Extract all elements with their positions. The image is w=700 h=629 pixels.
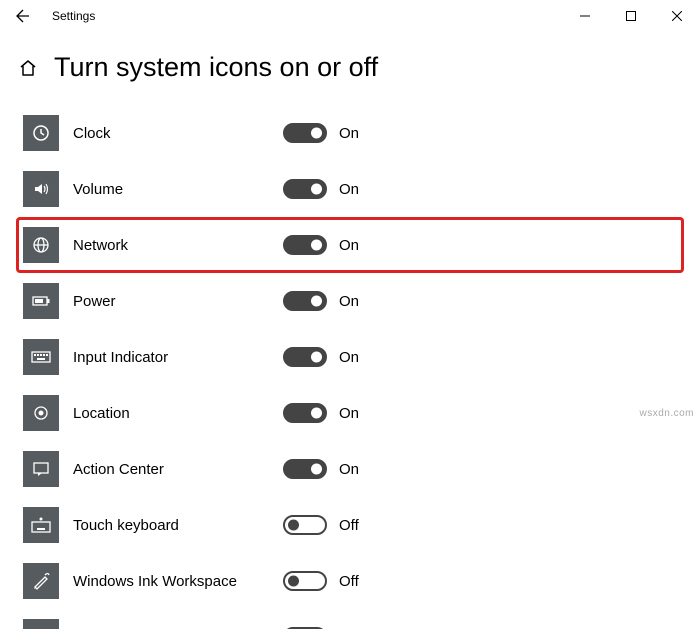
maximize-button[interactable] <box>608 0 654 32</box>
setting-row-touchkb: Touch keyboard Off <box>16 497 684 553</box>
setting-row-volume: Volume On <box>16 161 684 217</box>
keyboard-icon <box>23 339 59 375</box>
toggle-state-label: On <box>339 405 359 422</box>
toggle-power[interactable] <box>283 291 327 311</box>
setting-row-ink: Windows Ink Workspace Off <box>16 553 684 609</box>
setting-label: Location <box>73 405 283 422</box>
toggle-location[interactable] <box>283 403 327 423</box>
toggle-state-label: Off <box>339 573 359 590</box>
setting-row-location: Location On <box>16 385 684 441</box>
setting-label: Action Center <box>73 461 283 478</box>
settings-list: ClockOnVolumeOnNetworkOnPowerOnInput Ind… <box>0 105 700 629</box>
action-icon <box>23 451 59 487</box>
volume-icon <box>23 171 59 207</box>
minimize-button[interactable] <box>562 0 608 32</box>
target-icon <box>23 395 59 431</box>
toggle-input[interactable] <box>283 347 327 367</box>
close-button[interactable] <box>654 0 700 32</box>
titlebar: Settings <box>0 0 700 32</box>
setting-label: Touch keyboard <box>73 517 283 534</box>
setting-row-network: Network On <box>16 217 684 273</box>
watermark: wsxdn.com <box>639 408 694 419</box>
window-controls <box>562 0 700 32</box>
setting-label: Network <box>73 237 283 254</box>
toggle-state-label: On <box>339 125 359 142</box>
back-button[interactable] <box>8 0 38 32</box>
ink-icon <box>23 563 59 599</box>
battery-icon <box>23 283 59 319</box>
toggle-clock[interactable] <box>283 123 327 143</box>
toggle-ink[interactable] <box>283 571 327 591</box>
toggle-action[interactable] <box>283 459 327 479</box>
setting-label: Clock <box>73 125 283 142</box>
setting-row-power: Power On <box>16 273 684 329</box>
toggle-state-label: On <box>339 461 359 478</box>
setting-row-clock: Clock On <box>16 105 684 161</box>
setting-label: Windows Ink Workspace <box>73 573 283 590</box>
clock-icon <box>23 115 59 151</box>
setting-label: Power <box>73 293 283 310</box>
toggle-state-label: On <box>339 181 359 198</box>
toggle-state-label: Off <box>339 517 359 534</box>
setting-label: Input Indicator <box>73 349 283 366</box>
toggle-volume[interactable] <box>283 179 327 199</box>
toggle-state-label: On <box>339 349 359 366</box>
page-header: Turn system icons on or off <box>0 32 700 105</box>
globe-icon <box>23 227 59 263</box>
window-title: Settings <box>38 9 95 23</box>
toggle-touchkb[interactable] <box>283 515 327 535</box>
setting-row-action: Action Center On <box>16 441 684 497</box>
page-title: Turn system icons on or off <box>54 52 378 83</box>
setting-label: Volume <box>73 181 283 198</box>
setting-row-touchpad: TouchpadOff <box>16 609 684 629</box>
toggle-state-label: On <box>339 293 359 310</box>
setting-row-input: Input Indicator On <box>16 329 684 385</box>
home-icon[interactable] <box>16 56 40 80</box>
touchkb-icon <box>23 507 59 543</box>
toggle-state-label: On <box>339 237 359 254</box>
touchpad-icon <box>23 619 59 629</box>
toggle-network[interactable] <box>283 235 327 255</box>
